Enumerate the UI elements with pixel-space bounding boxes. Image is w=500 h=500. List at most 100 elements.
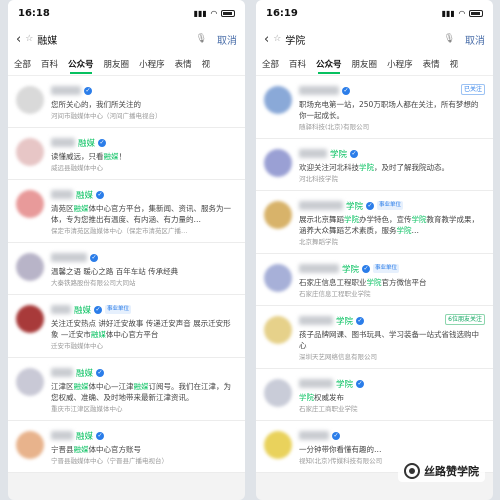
account-owner: 深圳天艺网络信息有限公司 bbox=[299, 353, 377, 361]
verified-icon: ✓ bbox=[96, 190, 105, 199]
list-item[interactable]: ✓ 温馨之语 暖心之路 百年车站 传承经典 大秦铁路股份有限公司大同站 bbox=[8, 243, 245, 295]
list-item[interactable]: 学院 ✓ 事业单位 石家庄信息工程职业学院官方微信平台 石家庄信息工程职业学院 bbox=[256, 254, 493, 306]
status-bar: 16:19 ▮▮▮ ◠ bbox=[256, 0, 493, 26]
back-icon[interactable]: ‹ bbox=[16, 32, 21, 47]
verified-icon: ✓ bbox=[356, 316, 365, 325]
tab-4[interactable]: 小程序 bbox=[139, 54, 165, 74]
avatar bbox=[264, 316, 292, 344]
search-input[interactable]: 学院 bbox=[285, 32, 439, 47]
org-type-badge: 事业单位 bbox=[105, 305, 132, 314]
account-owner: 威远县融媒体中心 bbox=[51, 164, 103, 172]
tab-2[interactable]: 公众号 bbox=[68, 54, 94, 74]
account-name-blurred bbox=[299, 201, 343, 210]
follow-status-tag: 已关注 bbox=[460, 84, 485, 95]
account-owner: 随驿科技(北京)有限公司 bbox=[299, 123, 370, 131]
battery-icon bbox=[469, 9, 483, 17]
account-name-blurred bbox=[51, 253, 87, 262]
category-tabs: 全部 百科 公众号 朋友圈 小程序 表情视 bbox=[8, 52, 245, 76]
account-description: 职场充电第一站，250万职场人都在关注，所有梦想的你一起成长。 bbox=[299, 100, 479, 120]
avatar bbox=[16, 368, 44, 396]
tab-3[interactable]: 朋友圈 bbox=[104, 54, 130, 74]
avatar bbox=[264, 379, 292, 407]
verified-icon: ✓ bbox=[332, 431, 340, 440]
verified-icon: ✓ bbox=[356, 379, 365, 388]
account-name: 融媒 bbox=[76, 431, 94, 442]
star-icon[interactable]: ☆ bbox=[25, 34, 33, 44]
list-item[interactable]: 学院 ✓ 学院权威发布 石家庄工商职业学院 bbox=[256, 369, 493, 421]
list-item[interactable]: 学院 ✓ 孩子品牌网课、图书玩具、学习装备一站式省钱选购中心深圳天艺网络信息有限公司… bbox=[256, 306, 493, 369]
tab-6[interactable]: 视 bbox=[450, 54, 459, 74]
avatar bbox=[16, 138, 44, 166]
list-item[interactable]: ✓ 职场充电第一站，250万职场人都在关注，所有梦想的你一起成长。 随驿科技(北京)… bbox=[256, 76, 493, 139]
search-bar[interactable]: ‹ ☆ 学院 🎙 取消 bbox=[256, 26, 493, 52]
verified-icon: ✓ bbox=[96, 368, 105, 377]
account-name-blurred bbox=[299, 86, 339, 95]
account-owner: 保定市清苑区融媒体中心（保定市清苑区广播… bbox=[51, 227, 188, 235]
battery-icon bbox=[221, 9, 235, 17]
status-time: 16:18 bbox=[18, 7, 50, 19]
search-bar[interactable]: ‹ ☆ 融媒 🎙 取消 bbox=[8, 26, 245, 52]
cancel-button[interactable]: 取消 bbox=[465, 32, 485, 47]
list-item[interactable]: 学院 ✓ 事业单位 展示北京舞蹈学院办学特色，宣传学院教育教学成果，涵养大众舞蹈艺术素… bbox=[256, 191, 493, 254]
tab-1[interactable]: 百科 bbox=[41, 54, 58, 74]
org-type-badge: 事业单位 bbox=[377, 201, 404, 210]
category-tabs: 全部 百科 公众号 朋友圈 小程序 表情视 bbox=[256, 52, 493, 76]
avatar bbox=[264, 86, 292, 114]
account-description: 清苑区融媒体中心官方平台，集新闻、资讯、服务为一体，专为您推出有温度、有内涵、有… bbox=[51, 204, 231, 224]
verified-icon: ✓ bbox=[84, 86, 92, 95]
account-owner: 石家庄信息工程职业学院 bbox=[299, 290, 371, 298]
account-owner: 大秦铁路股份有限公司大同站 bbox=[51, 279, 136, 287]
tab-0[interactable]: 全部 bbox=[262, 54, 279, 74]
list-item[interactable]: 学院 ✓ 欢迎关注河北科技学院，及时了解我院动态。 河北科技学院 bbox=[256, 139, 493, 191]
account-name-blurred bbox=[299, 379, 333, 388]
account-name: 融媒 bbox=[78, 138, 96, 149]
account-name: 融媒 bbox=[74, 305, 92, 316]
account-description: 孩子品牌网课、图书玩具、学习装备一站式省钱选购中心 bbox=[299, 330, 479, 350]
watermark-text: 丝路赞学院 bbox=[424, 465, 479, 478]
search-input[interactable]: 融媒 bbox=[37, 32, 191, 47]
mic-icon[interactable]: 🎙 bbox=[444, 34, 455, 44]
star-icon[interactable]: ☆ bbox=[273, 34, 281, 44]
avatar bbox=[264, 431, 292, 459]
list-item[interactable]: 融媒 ✓ 清苑区融媒体中心官方平台，集新闻、资讯、服务为一体，专为您推出有温度、有内… bbox=[8, 180, 245, 243]
account-name: 学院 bbox=[336, 316, 354, 327]
account-name: 融媒 bbox=[76, 368, 94, 379]
tab-5[interactable]: 表情 bbox=[423, 54, 440, 74]
avatar bbox=[16, 431, 44, 459]
account-name-blurred bbox=[51, 431, 73, 440]
tab-4[interactable]: 小程序 bbox=[387, 54, 413, 74]
verified-icon: ✓ bbox=[90, 253, 98, 262]
wifi-icon: ◠ bbox=[210, 8, 217, 18]
account-description: 江津区融媒体中心—江津融媒订阅号。我们在江津，为您权威、准确、及时地带来最新江津… bbox=[51, 382, 231, 402]
account-description: 一分钟带你看懂有趣的… bbox=[299, 445, 382, 454]
account-description: 宁晋县融媒体中心官方账号 bbox=[51, 445, 141, 454]
tab-1[interactable]: 百科 bbox=[289, 54, 306, 74]
list-item[interactable]: 融媒 ✓ 宁晋县融媒体中心官方账号 宁晋县融媒体中心（宁晋县广播电视台） bbox=[8, 421, 245, 473]
list-item[interactable]: 融媒 ✓ 事业单位 关注迁安热点 讲好迁安故事 传递迁安声音 展示迁安形象 —迁安市融… bbox=[8, 295, 245, 358]
account-description: 关注迁安热点 讲好迁安故事 传递迁安声音 展示迁安形象 —迁安市融媒体中心官方平… bbox=[51, 319, 231, 339]
signal-icon: ▮▮▮ bbox=[441, 8, 455, 18]
tab-6[interactable]: 视 bbox=[202, 54, 211, 74]
back-icon[interactable]: ‹ bbox=[264, 32, 269, 47]
account-name: 学院 bbox=[342, 264, 360, 275]
verified-icon: ✓ bbox=[350, 149, 359, 158]
list-item[interactable]: ✓ 您所关心的，我们所关注的 河间市融媒体中心（河间广播电视台） bbox=[8, 76, 245, 128]
tab-5[interactable]: 表情 bbox=[175, 54, 192, 74]
account-owner: 北京舞蹈学院 bbox=[299, 238, 338, 246]
tab-0[interactable]: 全部 bbox=[14, 54, 31, 74]
account-name-blurred bbox=[299, 264, 339, 273]
account-name-blurred bbox=[51, 305, 71, 314]
verified-icon: ✓ bbox=[96, 431, 105, 440]
list-item[interactable]: 融媒 ✓ 读懂威远，只看融媒！ 威远县融媒体中心 bbox=[8, 128, 245, 180]
follow-status-tag: 6位朋友关注 bbox=[445, 314, 485, 325]
cancel-button[interactable]: 取消 bbox=[217, 32, 237, 47]
verified-icon: ✓ bbox=[366, 201, 375, 210]
tab-2[interactable]: 公众号 bbox=[316, 54, 342, 74]
account-name: 融媒 bbox=[76, 190, 94, 201]
verified-icon: ✓ bbox=[362, 264, 371, 273]
mic-icon[interactable]: 🎙 bbox=[196, 34, 207, 44]
list-item[interactable]: 融媒 ✓ 江津区融媒体中心—江津融媒订阅号。我们在江津，为您权威、准确、及时地带来最… bbox=[8, 358, 245, 421]
tab-3[interactable]: 朋友圈 bbox=[352, 54, 378, 74]
result-list: ✓ 您所关心的，我们所关注的 河间市融媒体中心（河间广播电视台） 融媒 ✓ 读懂威远，只看… bbox=[8, 76, 245, 473]
account-name-blurred bbox=[299, 316, 333, 325]
